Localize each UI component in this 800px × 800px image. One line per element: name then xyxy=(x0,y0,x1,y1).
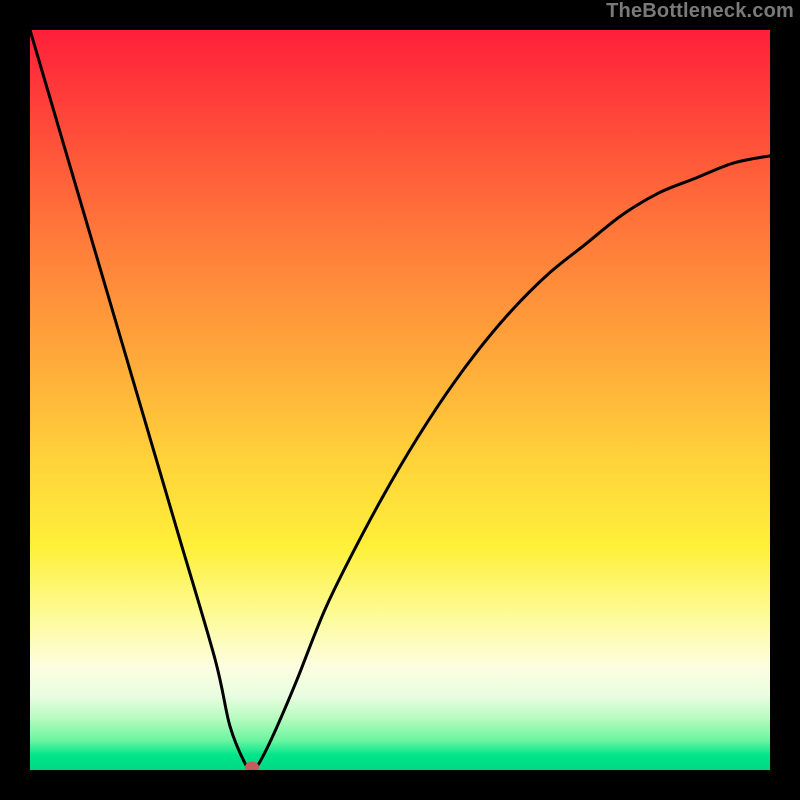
bottleneck-curve xyxy=(30,30,770,770)
plot-area xyxy=(30,30,770,770)
attribution-text: TheBottleneck.com xyxy=(606,0,794,23)
optimal-point-marker xyxy=(245,762,259,771)
curve-svg xyxy=(30,30,770,770)
chart-frame: TheBottleneck.com xyxy=(0,0,800,800)
